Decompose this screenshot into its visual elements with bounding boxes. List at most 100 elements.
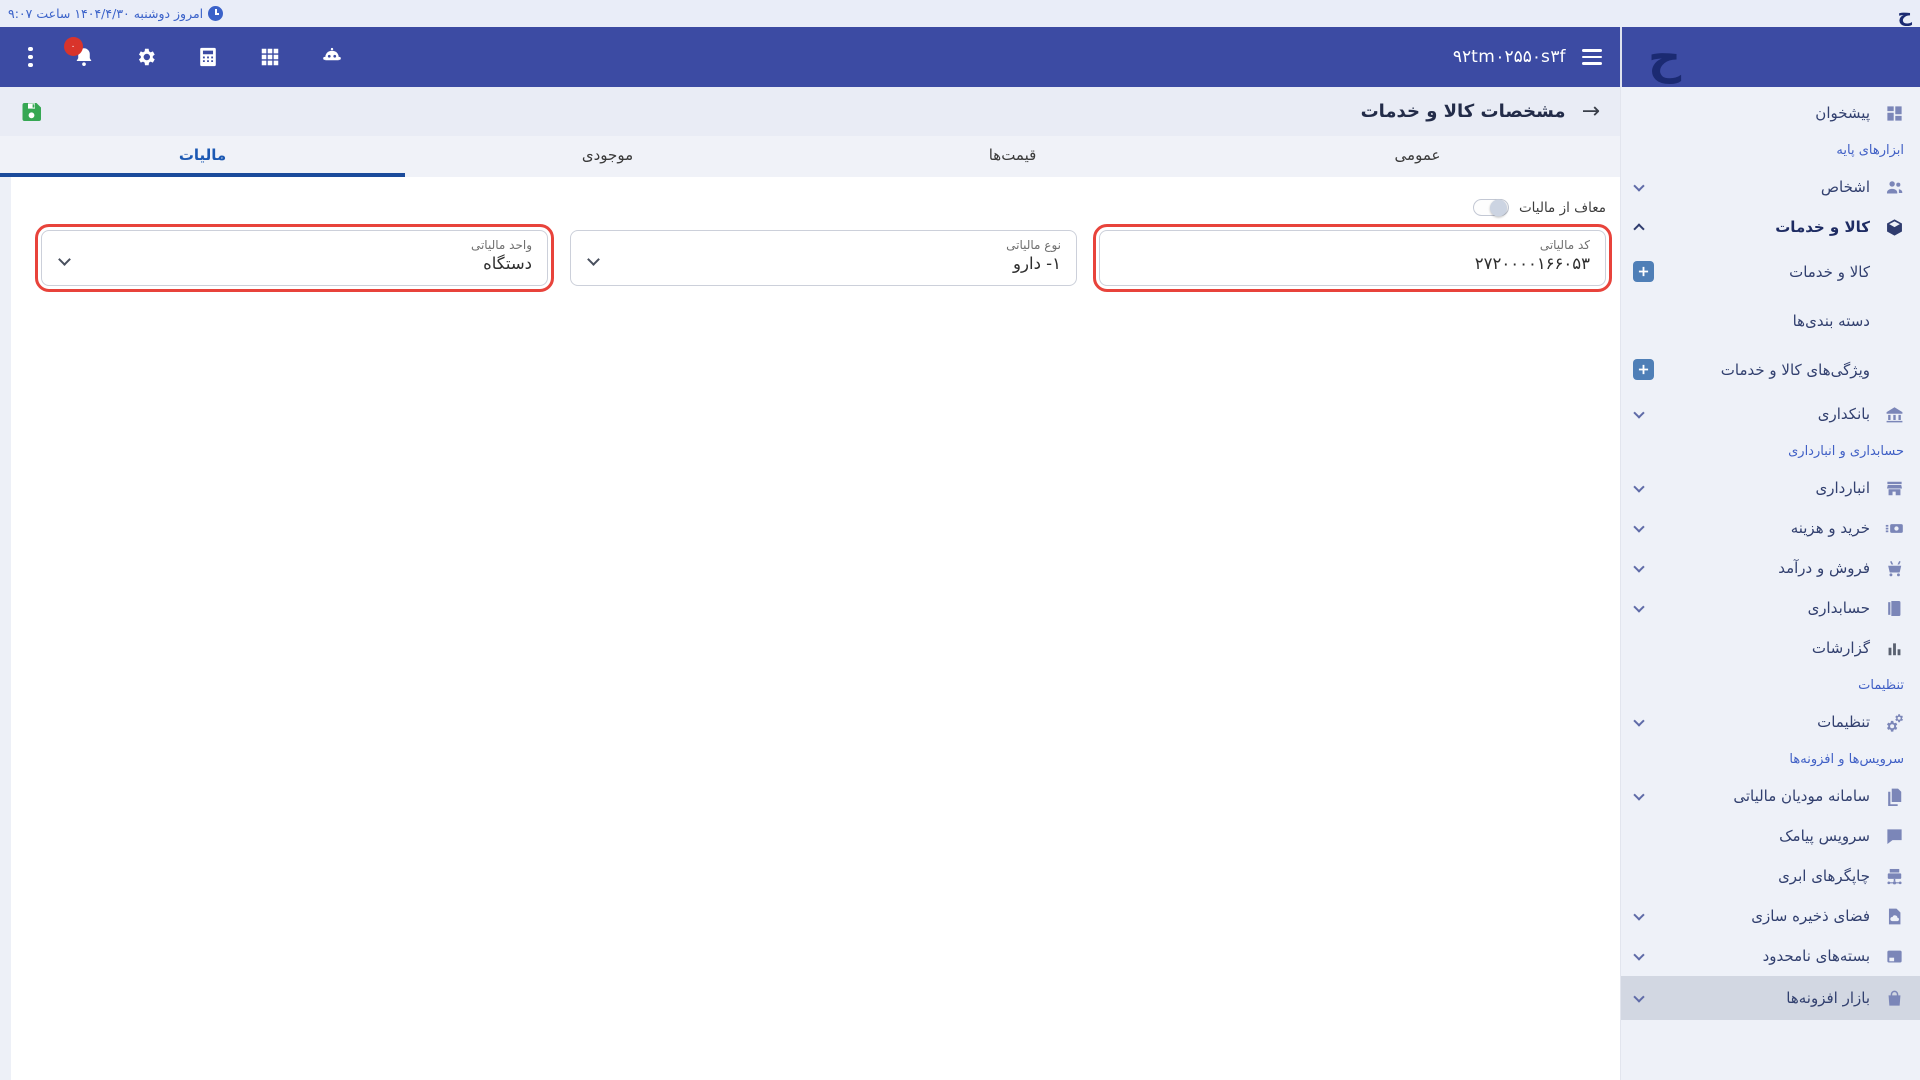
tax-tab-content: معاف از مالیات کد مالیاتی ۲۷۲۰۰۰۰۱۶۶۰۵۳ … — [0, 177, 1620, 1080]
dashboard-icon — [1884, 104, 1904, 123]
tax-unit-select[interactable]: واحد مالیاتی دستگاه — [41, 230, 548, 286]
tab-general[interactable]: عمومی — [1215, 136, 1620, 177]
sidebar-item-storage[interactable]: فضای ذخیره سازی — [1621, 896, 1920, 936]
sidebar-item-purchase-expense[interactable]: خرید و هزینه — [1621, 508, 1920, 548]
package-icon — [1884, 947, 1904, 966]
cube-icon — [1884, 218, 1904, 237]
sidebar-item-unlimited-packages[interactable]: بسته‌های نامحدود — [1621, 936, 1920, 976]
tax-type-select[interactable]: نوع مالیاتی ۱- دارو — [570, 230, 1077, 286]
storage-icon — [1884, 907, 1904, 926]
sidebar-subitem-categories[interactable]: دسته بندی‌ها — [1621, 296, 1920, 345]
kebab-menu-icon[interactable] — [28, 47, 33, 68]
sidebar-item-label: گزارشات — [1635, 639, 1870, 657]
brand-logo-small: ح — [1898, 4, 1912, 24]
money-icon — [1884, 519, 1904, 538]
sidebar-item-goods-services[interactable]: کالا و خدمات — [1621, 207, 1920, 247]
sidebar-section-settings: تنظیمات — [1621, 668, 1920, 702]
tab-prices[interactable]: قیمت‌ها — [810, 136, 1215, 177]
sidebar-item-label: خرید و هزینه — [1643, 519, 1870, 537]
add-attribute-button[interactable] — [1633, 359, 1654, 380]
page-header: → مشخصات کالا و خدمات — [0, 87, 1620, 136]
hamburger-menu-icon[interactable] — [1582, 49, 1602, 65]
toggle-knob — [1490, 199, 1507, 216]
app-bar: ح ۹۲tm۰۲۵۵۰s۳f ۰ — [0, 27, 1920, 87]
sms-icon — [1884, 827, 1904, 846]
vertical-scrollbar[interactable] — [0, 177, 11, 1080]
notifications-bell-icon[interactable]: ۰ — [73, 46, 95, 68]
main-panel: → مشخصات کالا و خدمات عمومی قیمت‌ها موجو… — [0, 87, 1620, 1080]
gears-icon — [1884, 713, 1904, 732]
tab-inventory[interactable]: موجودی — [405, 136, 810, 177]
assistant-robot-icon[interactable] — [321, 46, 343, 68]
sidebar-item-tax-system[interactable]: سامانه مودیان مالیاتی — [1621, 776, 1920, 816]
workspace-id: ۹۲tm۰۲۵۵۰s۳f — [1453, 47, 1566, 67]
settings-gear-icon[interactable] — [135, 46, 157, 68]
sidebar-item-accounting[interactable]: حسابداری — [1621, 588, 1920, 628]
cart-icon — [1884, 559, 1904, 578]
sidebar-subitem-label: ویژگی‌های کالا و خدمات — [1654, 361, 1870, 379]
sidebar-item-cloud-printers[interactable]: چاپگرهای ابری — [1621, 856, 1920, 896]
sidebar-item-label: کالا و خدمات — [1643, 218, 1870, 236]
field-label: واحد مالیاتی — [76, 238, 532, 252]
store-icon — [1884, 479, 1904, 498]
sidebar-section-services-plugins: سرویس‌ها و افزونه‌ها — [1621, 742, 1920, 776]
bar-chart-icon — [1884, 639, 1904, 658]
sidebar-brand-area: ح — [1620, 27, 1920, 87]
sidebar-item-label: سامانه مودیان مالیاتی — [1643, 787, 1870, 805]
sidebar-item-reports[interactable]: گزارشات — [1621, 628, 1920, 668]
sidebar-subitem-label: دسته بندی‌ها — [1633, 312, 1870, 330]
tax-code-field[interactable]: کد مالیاتی ۲۷۲۰۰۰۰۱۶۶۰۵۳ — [1099, 230, 1606, 286]
sidebar-item-label: تنظیمات — [1643, 713, 1870, 731]
date-text: امروز دوشنبه ۱۴۰۴/۴/۳۰ ساعت ۹:۰۷ — [8, 6, 203, 21]
chevron-down-icon — [58, 253, 71, 266]
page-title: مشخصات کالا و خدمات — [1361, 101, 1566, 122]
tab-bar: عمومی قیمت‌ها موجودی مالیات — [0, 136, 1620, 177]
notification-badge: ۰ — [64, 37, 83, 56]
sidebar-item-label: سرویس پیامک — [1635, 827, 1870, 845]
sidebar-nav: پیشخوان ابزارهای پایه اشخاص کالا و خدمات… — [1620, 87, 1920, 1080]
sidebar-item-label: فروش و درآمد — [1643, 559, 1870, 577]
sidebar-subitem-label: کالا و خدمات — [1654, 263, 1870, 281]
tax-docs-icon — [1884, 787, 1904, 806]
shopping-bag-icon — [1884, 989, 1904, 1008]
field-value: دستگاه — [76, 254, 532, 273]
top-strip: ح امروز دوشنبه ۱۴۰۴/۴/۳۰ ساعت ۹:۰۷ — [0, 0, 1920, 27]
current-date: امروز دوشنبه ۱۴۰۴/۴/۳۰ ساعت ۹:۰۷ — [8, 6, 223, 21]
sidebar-item-label: چاپگرهای ابری — [1635, 867, 1870, 885]
apps-grid-icon[interactable] — [259, 46, 281, 68]
add-goods-button[interactable] — [1633, 261, 1654, 282]
sidebar-item-label: فضای ذخیره سازی — [1643, 907, 1870, 925]
sidebar-item-label: بسته‌های نامحدود — [1643, 947, 1870, 965]
sidebar-item-warehousing[interactable]: انبارداری — [1621, 468, 1920, 508]
exempt-toggle-label: معاف از مالیات — [1519, 200, 1606, 216]
sidebar-subitem-goods-services[interactable]: کالا و خدمات — [1621, 247, 1920, 296]
field-value: ۱- دارو — [605, 254, 1061, 273]
tab-tax[interactable]: مالیات — [0, 136, 405, 177]
field-label: کد مالیاتی — [1134, 238, 1590, 252]
sidebar-item-banking[interactable]: بانکداری — [1621, 394, 1920, 434]
sidebar-item-label: بانکداری — [1643, 405, 1870, 423]
sidebar-item-label: بازار افزونه‌ها — [1643, 989, 1870, 1007]
sidebar-item-label: اشخاص — [1643, 178, 1870, 196]
sidebar-item-sms-service[interactable]: سرویس پیامک — [1621, 816, 1920, 856]
sidebar-item-label: پیشخوان — [1635, 104, 1870, 122]
app-bar-main: ۹۲tm۰۲۵۵۰s۳f ۰ — [0, 27, 1620, 87]
sidebar-item-sales-income[interactable]: فروش و درآمد — [1621, 548, 1920, 588]
brand-logo-large: ح — [1648, 34, 1681, 80]
sidebar-item-persons[interactable]: اشخاص — [1621, 167, 1920, 207]
sidebar-item-plugin-market[interactable]: بازار افزونه‌ها — [1621, 976, 1920, 1020]
sidebar-item-dashboard[interactable]: پیشخوان — [1621, 93, 1920, 133]
sidebar-subitem-attributes[interactable]: ویژگی‌های کالا و خدمات — [1621, 345, 1920, 394]
chevron-down-icon — [587, 253, 600, 266]
exempt-toggle[interactable] — [1473, 199, 1509, 216]
sidebar-item-label: انبارداری — [1643, 479, 1870, 497]
field-value: ۲۷۲۰۰۰۰۱۶۶۰۵۳ — [1134, 254, 1590, 273]
calculator-icon[interactable] — [197, 46, 219, 68]
sidebar-item-label: حسابداری — [1643, 599, 1870, 617]
bank-icon — [1884, 405, 1904, 424]
sidebar-section-accounting-warehousing: حسابداری و انبارداری — [1621, 434, 1920, 468]
sidebar-item-settings[interactable]: تنظیمات — [1621, 702, 1920, 742]
save-button[interactable] — [20, 100, 44, 124]
people-icon — [1884, 178, 1904, 197]
back-arrow-icon[interactable]: → — [1582, 101, 1600, 123]
